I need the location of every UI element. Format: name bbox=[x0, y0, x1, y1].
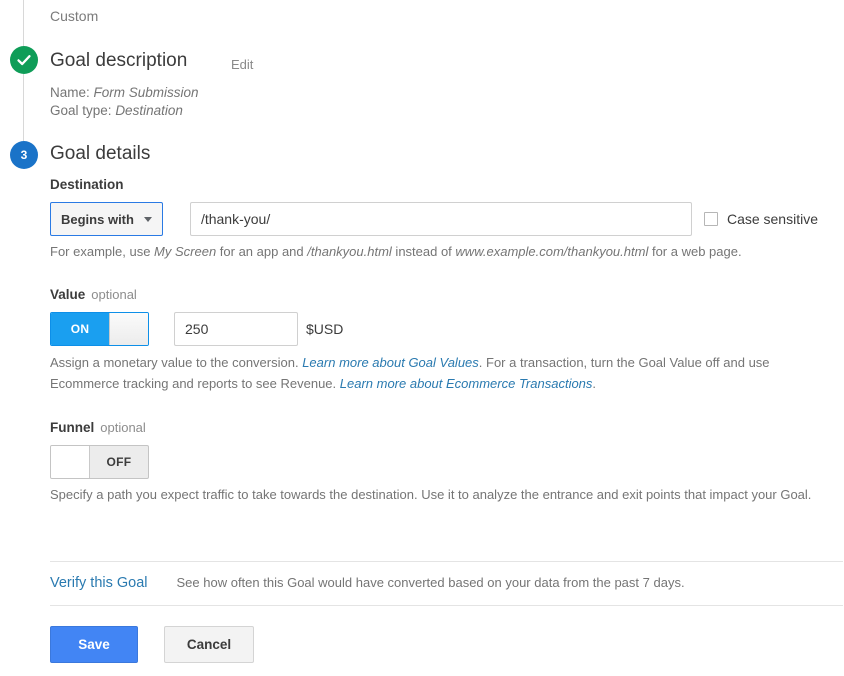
form-actions: Save Cancel bbox=[50, 626, 254, 663]
value-toggle-knob bbox=[109, 313, 148, 345]
destination-helper-suffix: for a web page. bbox=[648, 244, 742, 259]
destination-label: Destination bbox=[50, 177, 124, 192]
checkbox-box-icon bbox=[703, 212, 718, 226]
goal-type-summary: Goal type: Destination bbox=[50, 102, 183, 120]
funnel-label: Funnel optional bbox=[50, 420, 146, 435]
destination-helper-example-app: My Screen bbox=[154, 244, 217, 259]
goal-name-value: Form Submission bbox=[93, 85, 199, 100]
value-helper-part3: . bbox=[592, 376, 597, 391]
destination-match-type-value: Begins with bbox=[61, 211, 134, 227]
verify-divider-bottom bbox=[50, 605, 843, 606]
goal-type-value: Destination bbox=[115, 103, 183, 118]
value-helper-part1: Assign a monetary value to the conversio… bbox=[50, 355, 303, 370]
verify-goal-note: See how often this Goal would have conve… bbox=[176, 575, 685, 590]
save-button[interactable]: Save bbox=[50, 626, 138, 663]
case-sensitive-label: Case sensitive bbox=[726, 211, 818, 227]
stepper-rail-top bbox=[23, 0, 24, 46]
value-helper-text: Assign a monetary value to the conversio… bbox=[50, 352, 840, 394]
destination-helper-mid1: for an app and bbox=[216, 244, 308, 259]
value-toggle-state-label: ON bbox=[51, 313, 109, 345]
goal-description-title: Goal description bbox=[50, 50, 188, 71]
funnel-label-text: Funnel bbox=[50, 420, 95, 435]
goal-name-summary: Name: Form Submission bbox=[50, 84, 199, 102]
verify-goal-row: Verify this Goal See how often this Goal… bbox=[50, 575, 685, 591]
value-label-text: Value bbox=[50, 287, 86, 302]
ecommerce-transactions-learn-more-link[interactable]: Learn more about Ecommerce Transactions bbox=[340, 376, 593, 391]
destination-helper-prefix: For example, use bbox=[50, 244, 155, 259]
value-amount-input[interactable] bbox=[174, 312, 298, 346]
destination-helper-example-url: www.example.com/thankyou.html bbox=[455, 244, 649, 259]
destination-helper-mid2: instead of bbox=[391, 244, 456, 259]
value-currency-label: $USD bbox=[306, 321, 344, 337]
step-complete-check-icon bbox=[10, 46, 38, 74]
breadcrumb-custom: Custom bbox=[50, 8, 99, 24]
edit-goal-description-link[interactable]: Edit bbox=[231, 57, 253, 72]
destination-input[interactable] bbox=[189, 202, 692, 236]
stepper-rail-middle bbox=[23, 74, 24, 141]
case-sensitive-checkbox[interactable]: Case sensitive bbox=[703, 211, 818, 227]
funnel-helper-text: Specify a path you expect traffic to tak… bbox=[50, 487, 812, 502]
chevron-down-icon bbox=[143, 216, 152, 222]
cancel-button[interactable]: Cancel bbox=[164, 626, 254, 663]
destination-row: Begins with Case sensitive bbox=[50, 202, 818, 236]
verify-divider-top bbox=[50, 561, 843, 562]
goal-details-title: Goal details bbox=[50, 143, 151, 164]
funnel-toggle-state-label: OFF bbox=[106, 455, 132, 469]
destination-helper-text: For example, use My Screen for an app an… bbox=[50, 241, 840, 262]
funnel-optional-tag: optional bbox=[100, 420, 146, 435]
goal-values-learn-more-link[interactable]: Learn more about Goal Values bbox=[302, 355, 479, 370]
funnel-toggle[interactable]: OFF bbox=[50, 445, 149, 479]
goal-name-key: Name: bbox=[50, 85, 90, 100]
destination-helper-example-path: /thankyou.html bbox=[307, 244, 392, 259]
step-number-badge: 3 bbox=[10, 141, 38, 169]
funnel-row: OFF bbox=[50, 445, 149, 479]
value-label: Value optional bbox=[50, 287, 137, 302]
goal-type-key: Goal type: bbox=[50, 103, 112, 118]
verify-this-goal-link[interactable]: Verify this Goal bbox=[50, 575, 148, 591]
funnel-toggle-knob bbox=[51, 446, 90, 478]
value-toggle[interactable]: ON bbox=[50, 312, 149, 346]
value-optional-tag: optional bbox=[91, 287, 137, 302]
value-row: ON $USD bbox=[50, 312, 343, 346]
destination-match-type-select[interactable]: Begins with bbox=[50, 202, 163, 236]
